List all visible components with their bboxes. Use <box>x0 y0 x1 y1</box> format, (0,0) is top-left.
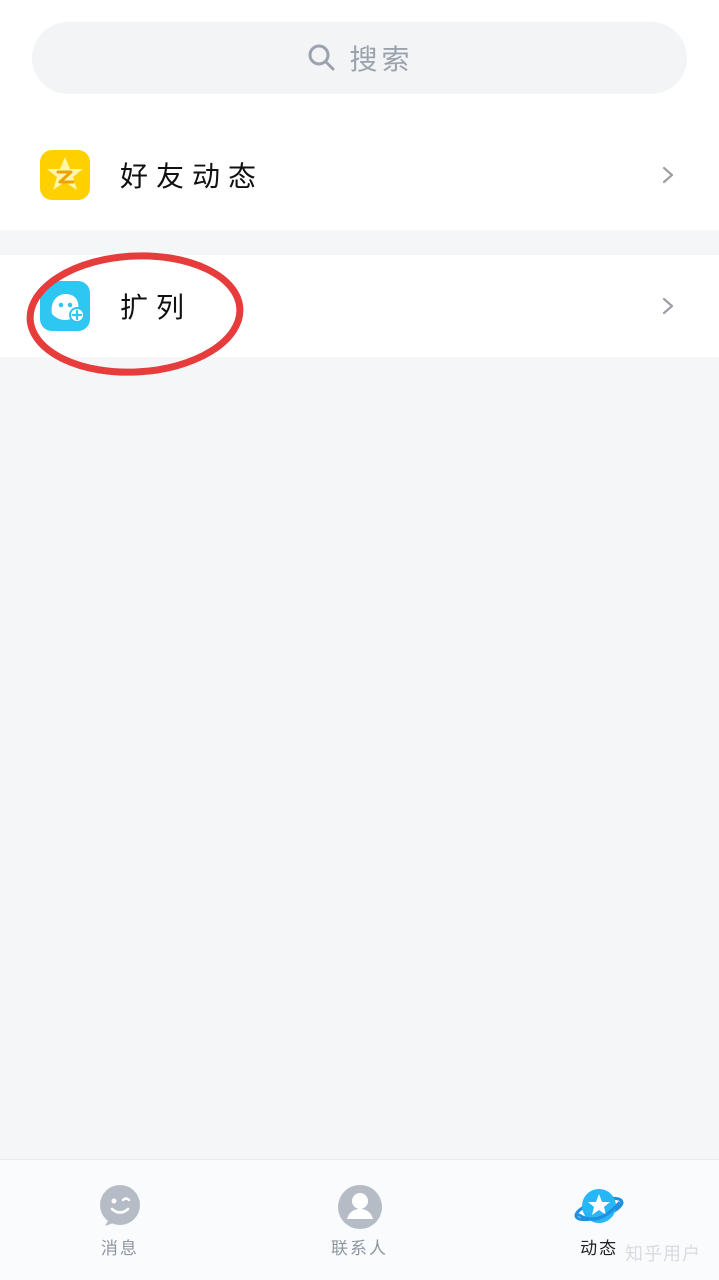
chevron-right-icon <box>662 166 674 184</box>
search-placeholder: 搜索 <box>349 43 414 76</box>
add-friend-icon <box>40 281 90 331</box>
tab-contacts-label: 联系人 <box>331 1239 388 1259</box>
expand-contacts-item[interactable]: 扩列 <box>0 255 719 357</box>
bottom-navigation: 消息 联系人 动态 <box>0 1159 719 1280</box>
tab-feeds[interactable]: 动态 <box>479 1160 719 1280</box>
friends-feed-section: 好友动态 <box>0 120 719 230</box>
qzone-star-icon <box>40 150 90 200</box>
chevron-right-icon <box>662 297 674 315</box>
contacts-icon <box>337 1185 382 1229</box>
search-bar[interactable]: 搜索 <box>32 22 687 94</box>
expand-contacts-label: 扩列 <box>120 291 193 324</box>
message-icon <box>99 1185 140 1226</box>
tab-contacts[interactable]: 联系人 <box>240 1160 480 1280</box>
planet-icon <box>574 1189 624 1223</box>
friends-feed-item[interactable]: 好友动态 <box>0 120 719 230</box>
search-area: 搜索 <box>0 0 719 120</box>
tab-messages[interactable]: 消息 <box>0 1160 240 1280</box>
feeds-page: 搜索 好友动态 扩列 消息 联系人 动态 知乎用户 <box>0 0 719 1280</box>
tab-feeds-label: 动态 <box>580 1239 619 1259</box>
friends-feed-label: 好友动态 <box>120 160 265 193</box>
tab-messages-label: 消息 <box>100 1239 139 1259</box>
expand-contacts-section: 扩列 <box>0 255 719 357</box>
search-icon <box>308 44 335 71</box>
